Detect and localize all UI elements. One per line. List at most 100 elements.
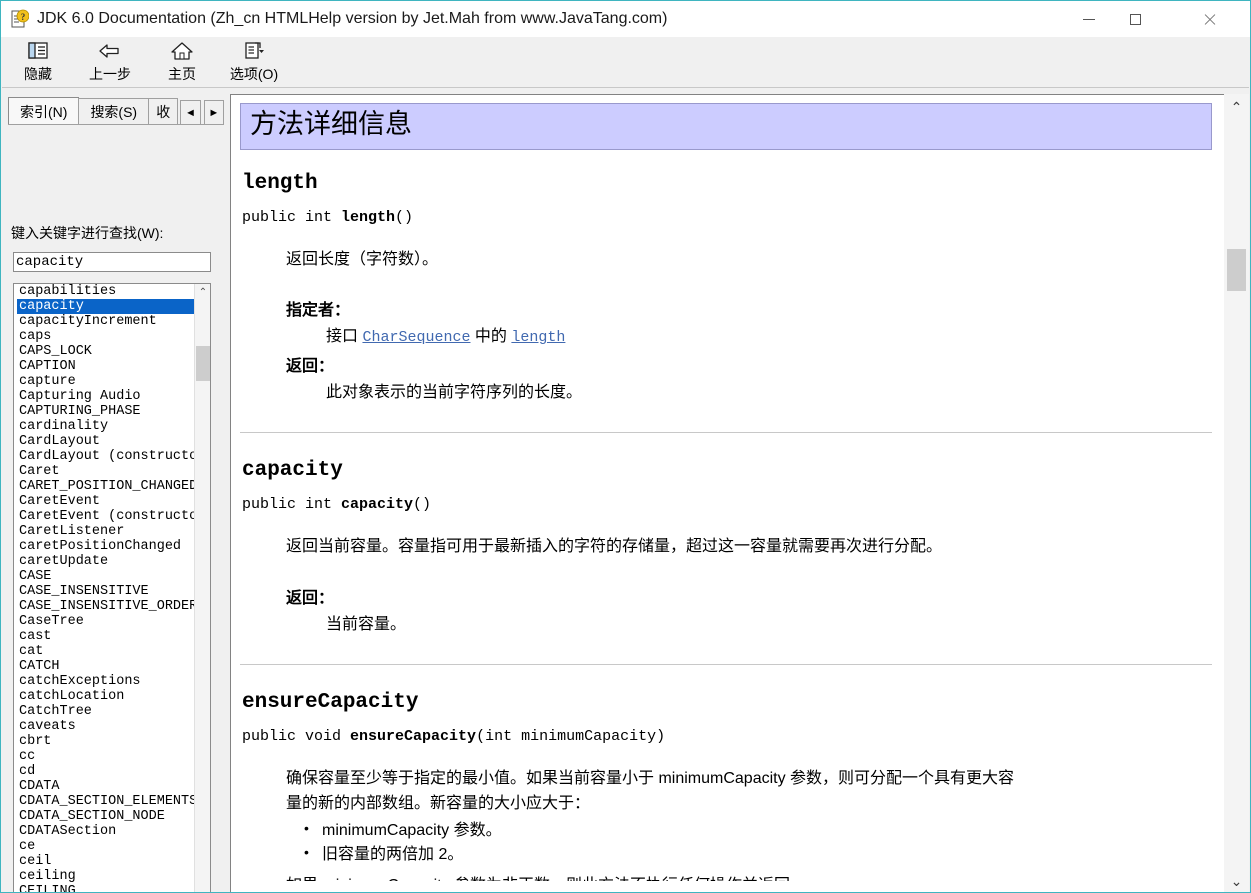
maximize-button[interactable] xyxy=(1112,1,1158,37)
toolbar-button-home[interactable]: 主页 xyxy=(146,37,218,85)
index-list-item[interactable]: cd xyxy=(17,764,195,779)
index-list-item[interactable]: CaretEvent (constructo xyxy=(17,509,195,524)
content-scrollbar[interactable]: ⌃ ⌄ xyxy=(1224,94,1249,892)
index-list-item[interactable]: CASE_INSENSITIVE xyxy=(17,584,195,599)
index-list-item[interactable]: capacity xyxy=(17,299,195,314)
method-title: ensureCapacity xyxy=(242,691,419,715)
toolbar-button-hide[interactable]: 隐藏 xyxy=(2,37,74,85)
index-list-item[interactable]: caretUpdate xyxy=(17,554,195,569)
content-scrollbar-thumb[interactable] xyxy=(1227,249,1246,291)
tab-index-label: 索引(N) xyxy=(20,103,68,120)
index-list-item[interactable]: CAPS_LOCK xyxy=(17,344,195,359)
index-list-item[interactable]: capture xyxy=(17,374,195,389)
minimize-icon xyxy=(1083,18,1095,20)
index-list-item[interactable]: ce xyxy=(17,839,195,854)
toolbar-label-options: 选项(O) xyxy=(229,66,279,82)
index-scrollbar-thumb[interactable] xyxy=(196,346,210,381)
tab-favorites[interactable]: 收 xyxy=(148,98,179,125)
chevron-up-icon: ⌃ xyxy=(1230,99,1243,115)
options-icon xyxy=(242,40,266,62)
index-list-item[interactable]: cast xyxy=(17,629,195,644)
content-frame: 方法详细信息 length public int length() 返回长度（字… xyxy=(230,94,1249,892)
signature-modifiers: public int xyxy=(242,496,342,514)
index-list-item[interactable]: ceil xyxy=(17,854,195,869)
index-list-item[interactable]: catchLocation xyxy=(17,689,195,704)
method-section-length: length public int length() 返回长度（字符数）。 指定… xyxy=(240,172,1212,403)
index-list-item[interactable]: Caret xyxy=(17,464,195,479)
index-list-item[interactable]: CDATASection xyxy=(17,824,195,839)
tab-favorites-label: 收 xyxy=(156,104,171,120)
method-signature: public int capacity() xyxy=(242,496,1212,513)
index-list-item[interactable]: caps xyxy=(17,329,195,344)
index-list-item[interactable]: CASE xyxy=(17,569,195,584)
specified-mid: 中的 xyxy=(470,328,512,346)
index-list-item[interactable]: CaretListener xyxy=(17,524,195,539)
content-scroll-up-button[interactable]: ⌃ xyxy=(1224,94,1249,120)
signature-args: () xyxy=(413,496,432,514)
index-list-item[interactable]: CEILING xyxy=(17,884,195,892)
toolbar-button-back[interactable]: 上一步 xyxy=(74,37,146,85)
help-document-icon: ? xyxy=(11,9,30,29)
index-list-scrollbar[interactable]: ⌃ ⌄ xyxy=(194,284,210,892)
index-list-item[interactable]: CASE_INSENSITIVE_ORDER xyxy=(17,599,195,614)
signature-name: capacity xyxy=(341,496,414,514)
returns-label: 返回： xyxy=(286,358,335,376)
index-list-item[interactable]: ceiling xyxy=(17,869,195,884)
index-list-item[interactable]: catchExceptions xyxy=(17,674,195,689)
specified-prefix: 接口 xyxy=(326,328,363,346)
specified-by-label: 指定者： xyxy=(286,302,351,320)
keyword-input[interactable] xyxy=(13,252,211,272)
toolbar-label-home: 主页 xyxy=(168,66,196,82)
description-line-2: 量的新的内部数组。新容量的大小应大于： xyxy=(286,795,591,813)
specified-by-value: 接口 CharSequence 中的 length xyxy=(326,322,1212,346)
index-list-item[interactable]: Capturing Audio xyxy=(17,389,195,404)
index-list-item[interactable]: CARET_POSITION_CHANGED xyxy=(17,479,195,494)
right-triangle-icon: ► xyxy=(208,106,220,119)
tab-scroll-left-button[interactable]: ◄ xyxy=(180,100,201,125)
document-content: 方法详细信息 length public int length() 返回长度（字… xyxy=(231,95,1224,892)
index-list-item[interactable]: CaretEvent xyxy=(17,494,195,509)
index-list-item[interactable]: CatchTree xyxy=(17,704,195,719)
content-scroll-down-button[interactable]: ⌄ xyxy=(1224,868,1249,892)
toolbar-button-options[interactable]: 选项(O) xyxy=(218,37,290,85)
tabstrip-divider xyxy=(8,124,224,125)
tab-search[interactable]: 搜索(S) xyxy=(78,98,150,125)
left-triangle-icon: ◄ xyxy=(185,106,196,119)
index-list-item[interactable]: CardLayout xyxy=(17,434,195,449)
index-list-item[interactable]: caveats xyxy=(17,719,195,734)
minimize-button[interactable] xyxy=(1066,1,1112,37)
index-list-item[interactable]: cardinality xyxy=(17,419,195,434)
index-list-item[interactable]: cat xyxy=(17,644,195,659)
index-list-item[interactable]: CAPTURING_PHASE xyxy=(17,404,195,419)
description-line-1: 确保容量至少等于指定的最小值。如果当前容量小于 minimumCapacity … xyxy=(286,770,1015,788)
index-list-item[interactable]: CDATA xyxy=(17,779,195,794)
index-list-item[interactable]: capacityIncrement xyxy=(17,314,195,329)
link-length[interactable]: length xyxy=(511,329,565,346)
index-list[interactable]: capabilities capacity capacityIncrement cap… xyxy=(14,284,195,892)
index-list-item[interactable]: cc xyxy=(17,749,195,764)
tab-index[interactable]: 索引(N) xyxy=(8,97,80,125)
returns-value: 此对象表示的当前字符序列的长度。 xyxy=(326,384,583,402)
index-list-item[interactable]: CardLayout (constructo xyxy=(17,449,195,464)
signature-modifiers: public void xyxy=(242,728,351,746)
title-bar: ? JDK 6.0 Documentation (Zh_cn HTMLHelp … xyxy=(1,1,1250,37)
index-list-item[interactable]: CAPTION xyxy=(17,359,195,374)
index-scroll-up-button[interactable]: ⌃ xyxy=(195,284,210,301)
tab-scroll-right-button[interactable]: ► xyxy=(203,100,225,125)
method-title: length xyxy=(242,171,318,195)
index-list-item[interactable]: CDATA_SECTION_NODE xyxy=(17,809,195,824)
toolbar: 隐藏 上一步 主页 选项(O) xyxy=(2,37,1249,88)
index-list-item[interactable]: cbrt xyxy=(17,734,195,749)
method-section-capacity: capacity public int capacity() 返回当前容量。容量… xyxy=(240,459,1212,634)
index-list-item[interactable]: CATCH xyxy=(17,659,195,674)
index-list-item[interactable]: capabilities xyxy=(17,284,195,299)
index-list-item[interactable]: caretPositionChanged xyxy=(17,539,195,554)
chevron-down-icon: ⌄ xyxy=(1230,873,1243,889)
close-icon xyxy=(1203,13,1216,26)
list-item: 旧容量的两倍加 2。 xyxy=(304,842,1212,867)
method-signature: public int length() xyxy=(242,209,1212,226)
close-button[interactable] xyxy=(1186,1,1232,37)
index-list-item[interactable]: CDATA_SECTION_ELEMENTS xyxy=(17,794,195,809)
index-list-item[interactable]: CaseTree xyxy=(17,614,195,629)
link-charsequence[interactable]: CharSequence xyxy=(362,329,470,346)
